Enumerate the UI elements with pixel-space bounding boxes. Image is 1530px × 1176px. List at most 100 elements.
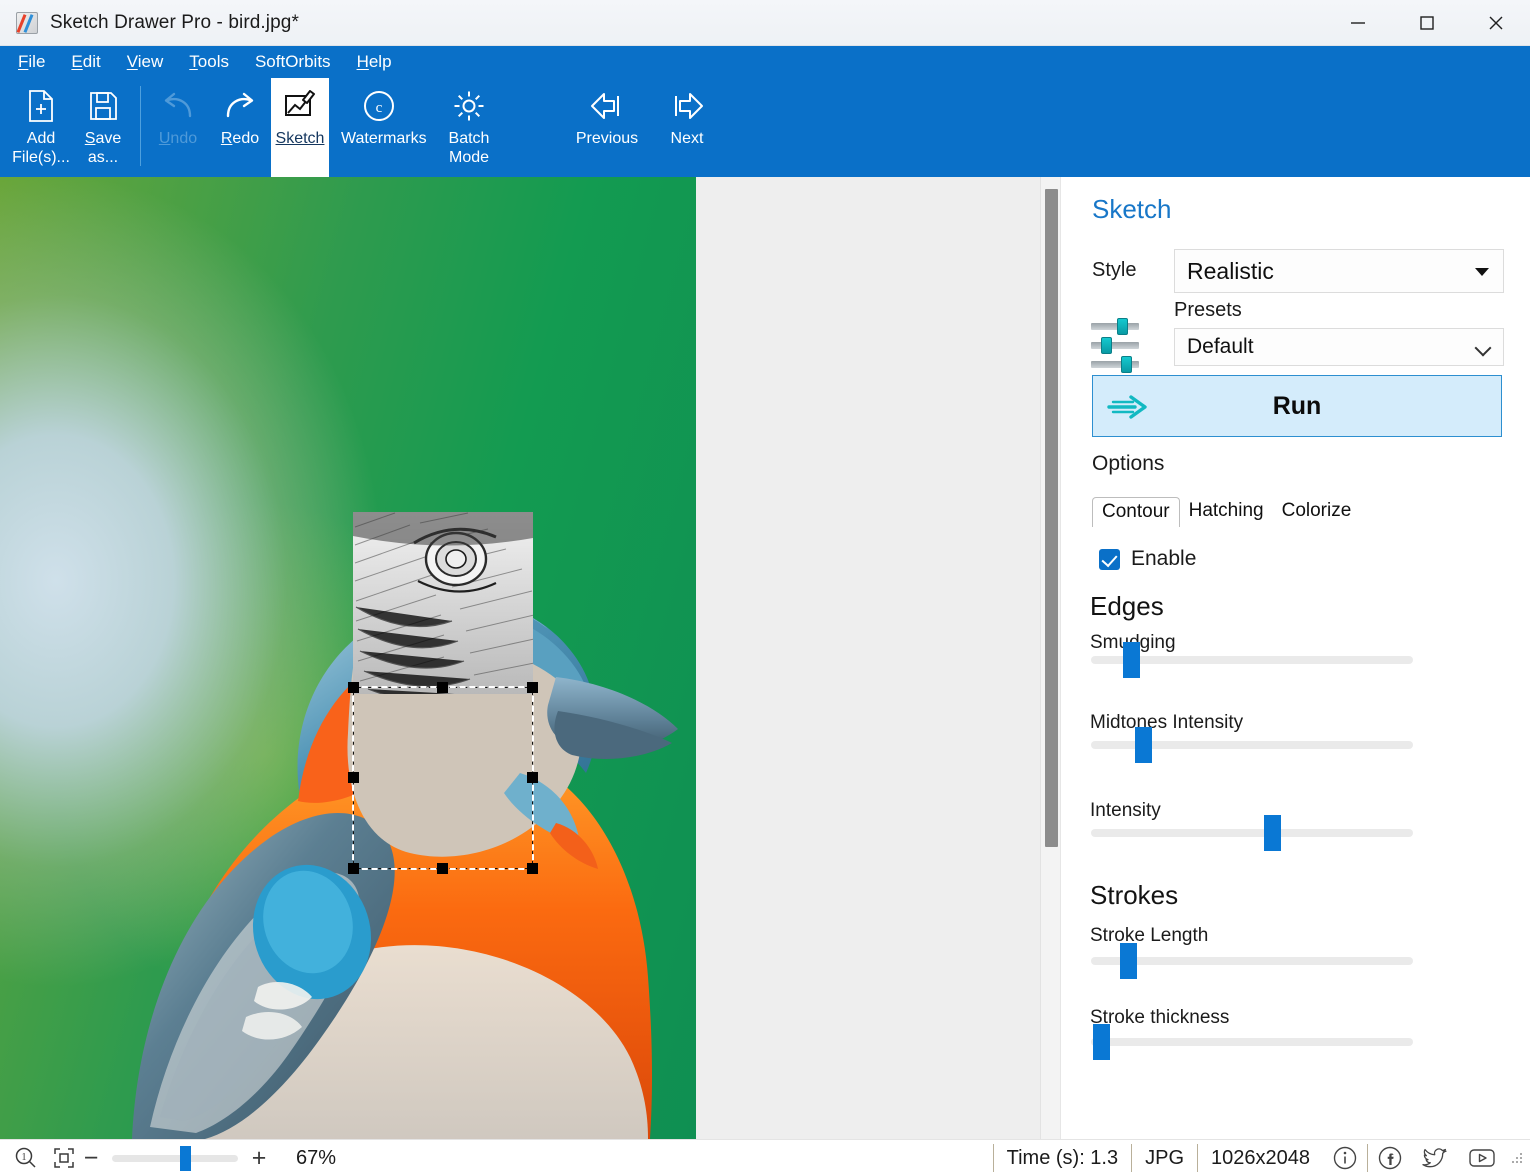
chevron-down-icon bbox=[1475, 268, 1489, 276]
toolbar-watermarks-label: Watermarks bbox=[341, 129, 417, 148]
menu-view[interactable]: View bbox=[127, 52, 164, 72]
facebook-icon[interactable] bbox=[1367, 1144, 1412, 1172]
application-window: Sketch Drawer Pro - bird.jpg* File Edit … bbox=[0, 0, 1530, 1176]
toolbar-next[interactable]: Next bbox=[647, 78, 727, 177]
arrow-left-icon bbox=[588, 84, 626, 128]
magnifier-icon[interactable]: 1 bbox=[14, 1146, 38, 1170]
tab-hatching[interactable]: Hatching bbox=[1180, 497, 1273, 527]
toolbar-previous-label: Previous bbox=[569, 129, 645, 148]
slider-stroke-length[interactable] bbox=[1091, 957, 1413, 965]
toolbar: Add File(s)... Saveas... bbox=[0, 78, 1530, 177]
title-bar: Sketch Drawer Pro - bird.jpg* bbox=[0, 0, 1530, 46]
photo-preview[interactable] bbox=[0, 177, 696, 1139]
copyright-icon: c bbox=[362, 84, 396, 128]
svg-text:1: 1 bbox=[22, 1152, 27, 1163]
slider-label-intensity: Intensity bbox=[1090, 800, 1161, 822]
slider-midtones-intensity[interactable] bbox=[1091, 741, 1413, 749]
window-controls bbox=[1323, 0, 1530, 46]
canvas-vertical-scrollbar[interactable] bbox=[1040, 177, 1060, 1139]
zoom-in-button[interactable]: + bbox=[244, 1148, 274, 1168]
options-label: Options bbox=[1092, 452, 1164, 476]
slider-thumb-intensity[interactable] bbox=[1264, 815, 1281, 851]
enable-checkbox[interactable] bbox=[1099, 549, 1120, 570]
resize-handle-bottom-right[interactable] bbox=[527, 863, 538, 874]
selection-marquee[interactable] bbox=[353, 687, 533, 869]
slider-stroke-thickness[interactable] bbox=[1091, 1038, 1413, 1046]
slider-intensity[interactable] bbox=[1091, 829, 1413, 837]
slider-thumb-stroke-length[interactable] bbox=[1120, 943, 1137, 979]
menu-softorbits[interactable]: SoftOrbits bbox=[255, 52, 331, 72]
menu-file[interactable]: File bbox=[18, 52, 45, 72]
resize-handle-top-right[interactable] bbox=[527, 682, 538, 693]
fit-to-screen-icon[interactable] bbox=[52, 1146, 76, 1170]
toolbar-add-files[interactable]: Add File(s)... bbox=[10, 78, 72, 177]
resize-handle-bottom-left[interactable] bbox=[348, 863, 359, 874]
toolbar-batch-mode[interactable]: BatchMode bbox=[429, 78, 509, 177]
section-heading-strokes: Strokes bbox=[1090, 880, 1178, 911]
enable-checkbox-row[interactable]: Enable bbox=[1099, 547, 1196, 571]
section-heading-edges: Edges bbox=[1090, 591, 1164, 622]
canvas-scrollbar-thumb[interactable] bbox=[1045, 189, 1058, 847]
arrow-right-icon bbox=[668, 84, 706, 128]
minimize-button[interactable] bbox=[1323, 0, 1392, 46]
slider-thumb-smudging[interactable] bbox=[1123, 642, 1140, 678]
twitter-icon[interactable] bbox=[1412, 1145, 1458, 1171]
style-row: Style Realistic bbox=[1061, 249, 1530, 293]
resize-handle-middle-right[interactable] bbox=[527, 772, 538, 783]
toolbar-sketch[interactable]: Sketch bbox=[271, 78, 329, 177]
toolbar-previous[interactable]: Previous bbox=[567, 78, 647, 177]
slider-thumb-stroke-thickness[interactable] bbox=[1093, 1024, 1110, 1060]
toolbar-redo[interactable]: Redo bbox=[209, 78, 271, 177]
zoom-percent-label: 67% bbox=[296, 1147, 336, 1170]
tab-colorize[interactable]: Colorize bbox=[1273, 497, 1361, 527]
presets-sliders-icon bbox=[1091, 319, 1139, 373]
image-canvas[interactable] bbox=[0, 177, 1060, 1139]
enable-label: Enable bbox=[1131, 547, 1196, 571]
slider-label-stroke-thickness: Stroke thickness bbox=[1090, 1007, 1229, 1029]
image-dimensions-label: 1026x2048 bbox=[1197, 1144, 1323, 1172]
toolbar-watermarks[interactable]: c Watermarks bbox=[329, 78, 429, 177]
toolbar-save-as[interactable]: Saveas... bbox=[72, 78, 134, 177]
zoom-slider[interactable] bbox=[112, 1155, 238, 1162]
style-label: Style bbox=[1092, 259, 1136, 282]
menu-tools[interactable]: Tools bbox=[189, 52, 229, 72]
style-select[interactable]: Realistic bbox=[1174, 249, 1504, 293]
window-title: Sketch Drawer Pro - bird.jpg* bbox=[50, 12, 299, 34]
app-logo-icon bbox=[16, 12, 38, 34]
save-icon bbox=[88, 84, 118, 128]
menu-help[interactable]: Help bbox=[357, 52, 392, 72]
undo-arrow-icon bbox=[160, 84, 196, 128]
slider-label-stroke-length: Stroke Length bbox=[1090, 925, 1208, 947]
gear-icon bbox=[452, 84, 486, 128]
toolbar-undo[interactable]: Undo bbox=[147, 78, 209, 177]
bird-image bbox=[0, 177, 696, 1139]
close-button[interactable] bbox=[1461, 0, 1530, 46]
run-button[interactable]: Run bbox=[1092, 375, 1502, 437]
run-arrow-icon bbox=[1107, 392, 1151, 427]
toolbar-next-label: Next bbox=[649, 129, 725, 148]
sketch-options-panel: Sketch Style Realistic Presets Default bbox=[1060, 177, 1530, 1139]
slider-smudging[interactable] bbox=[1091, 656, 1413, 664]
toolbar-sketch-label: Sketch bbox=[262, 129, 338, 148]
toolbar-batch-mode-label: BatchMode bbox=[431, 129, 507, 167]
maximize-button[interactable] bbox=[1392, 0, 1461, 46]
window-resize-grip[interactable] bbox=[1510, 1151, 1524, 1165]
toolbar-save-as-label: Saveas... bbox=[65, 129, 141, 167]
zoom-out-button[interactable]: − bbox=[76, 1148, 106, 1168]
presets-select-value: Default bbox=[1187, 335, 1254, 359]
resize-handle-middle-left[interactable] bbox=[348, 772, 359, 783]
options-tabs: Contour Hatching Colorize bbox=[1092, 497, 1360, 527]
info-icon[interactable] bbox=[1323, 1145, 1367, 1171]
zoom-slider-thumb[interactable] bbox=[180, 1146, 191, 1171]
slider-label-midtones-intensity: Midtones Intensity bbox=[1090, 712, 1243, 734]
resize-handle-top-center[interactable] bbox=[437, 682, 448, 693]
presets-select[interactable]: Default bbox=[1174, 328, 1504, 366]
processing-time-label: Time (s): 1.3 bbox=[993, 1144, 1132, 1172]
menu-edit[interactable]: Edit bbox=[71, 52, 100, 72]
slider-thumb-midtones-intensity[interactable] bbox=[1135, 727, 1152, 763]
resize-handle-bottom-center[interactable] bbox=[437, 863, 448, 874]
resize-handle-top-left[interactable] bbox=[348, 682, 359, 693]
tab-contour[interactable]: Contour bbox=[1092, 497, 1180, 527]
youtube-icon[interactable] bbox=[1458, 1145, 1506, 1171]
presets-label: Presets bbox=[1174, 299, 1242, 322]
